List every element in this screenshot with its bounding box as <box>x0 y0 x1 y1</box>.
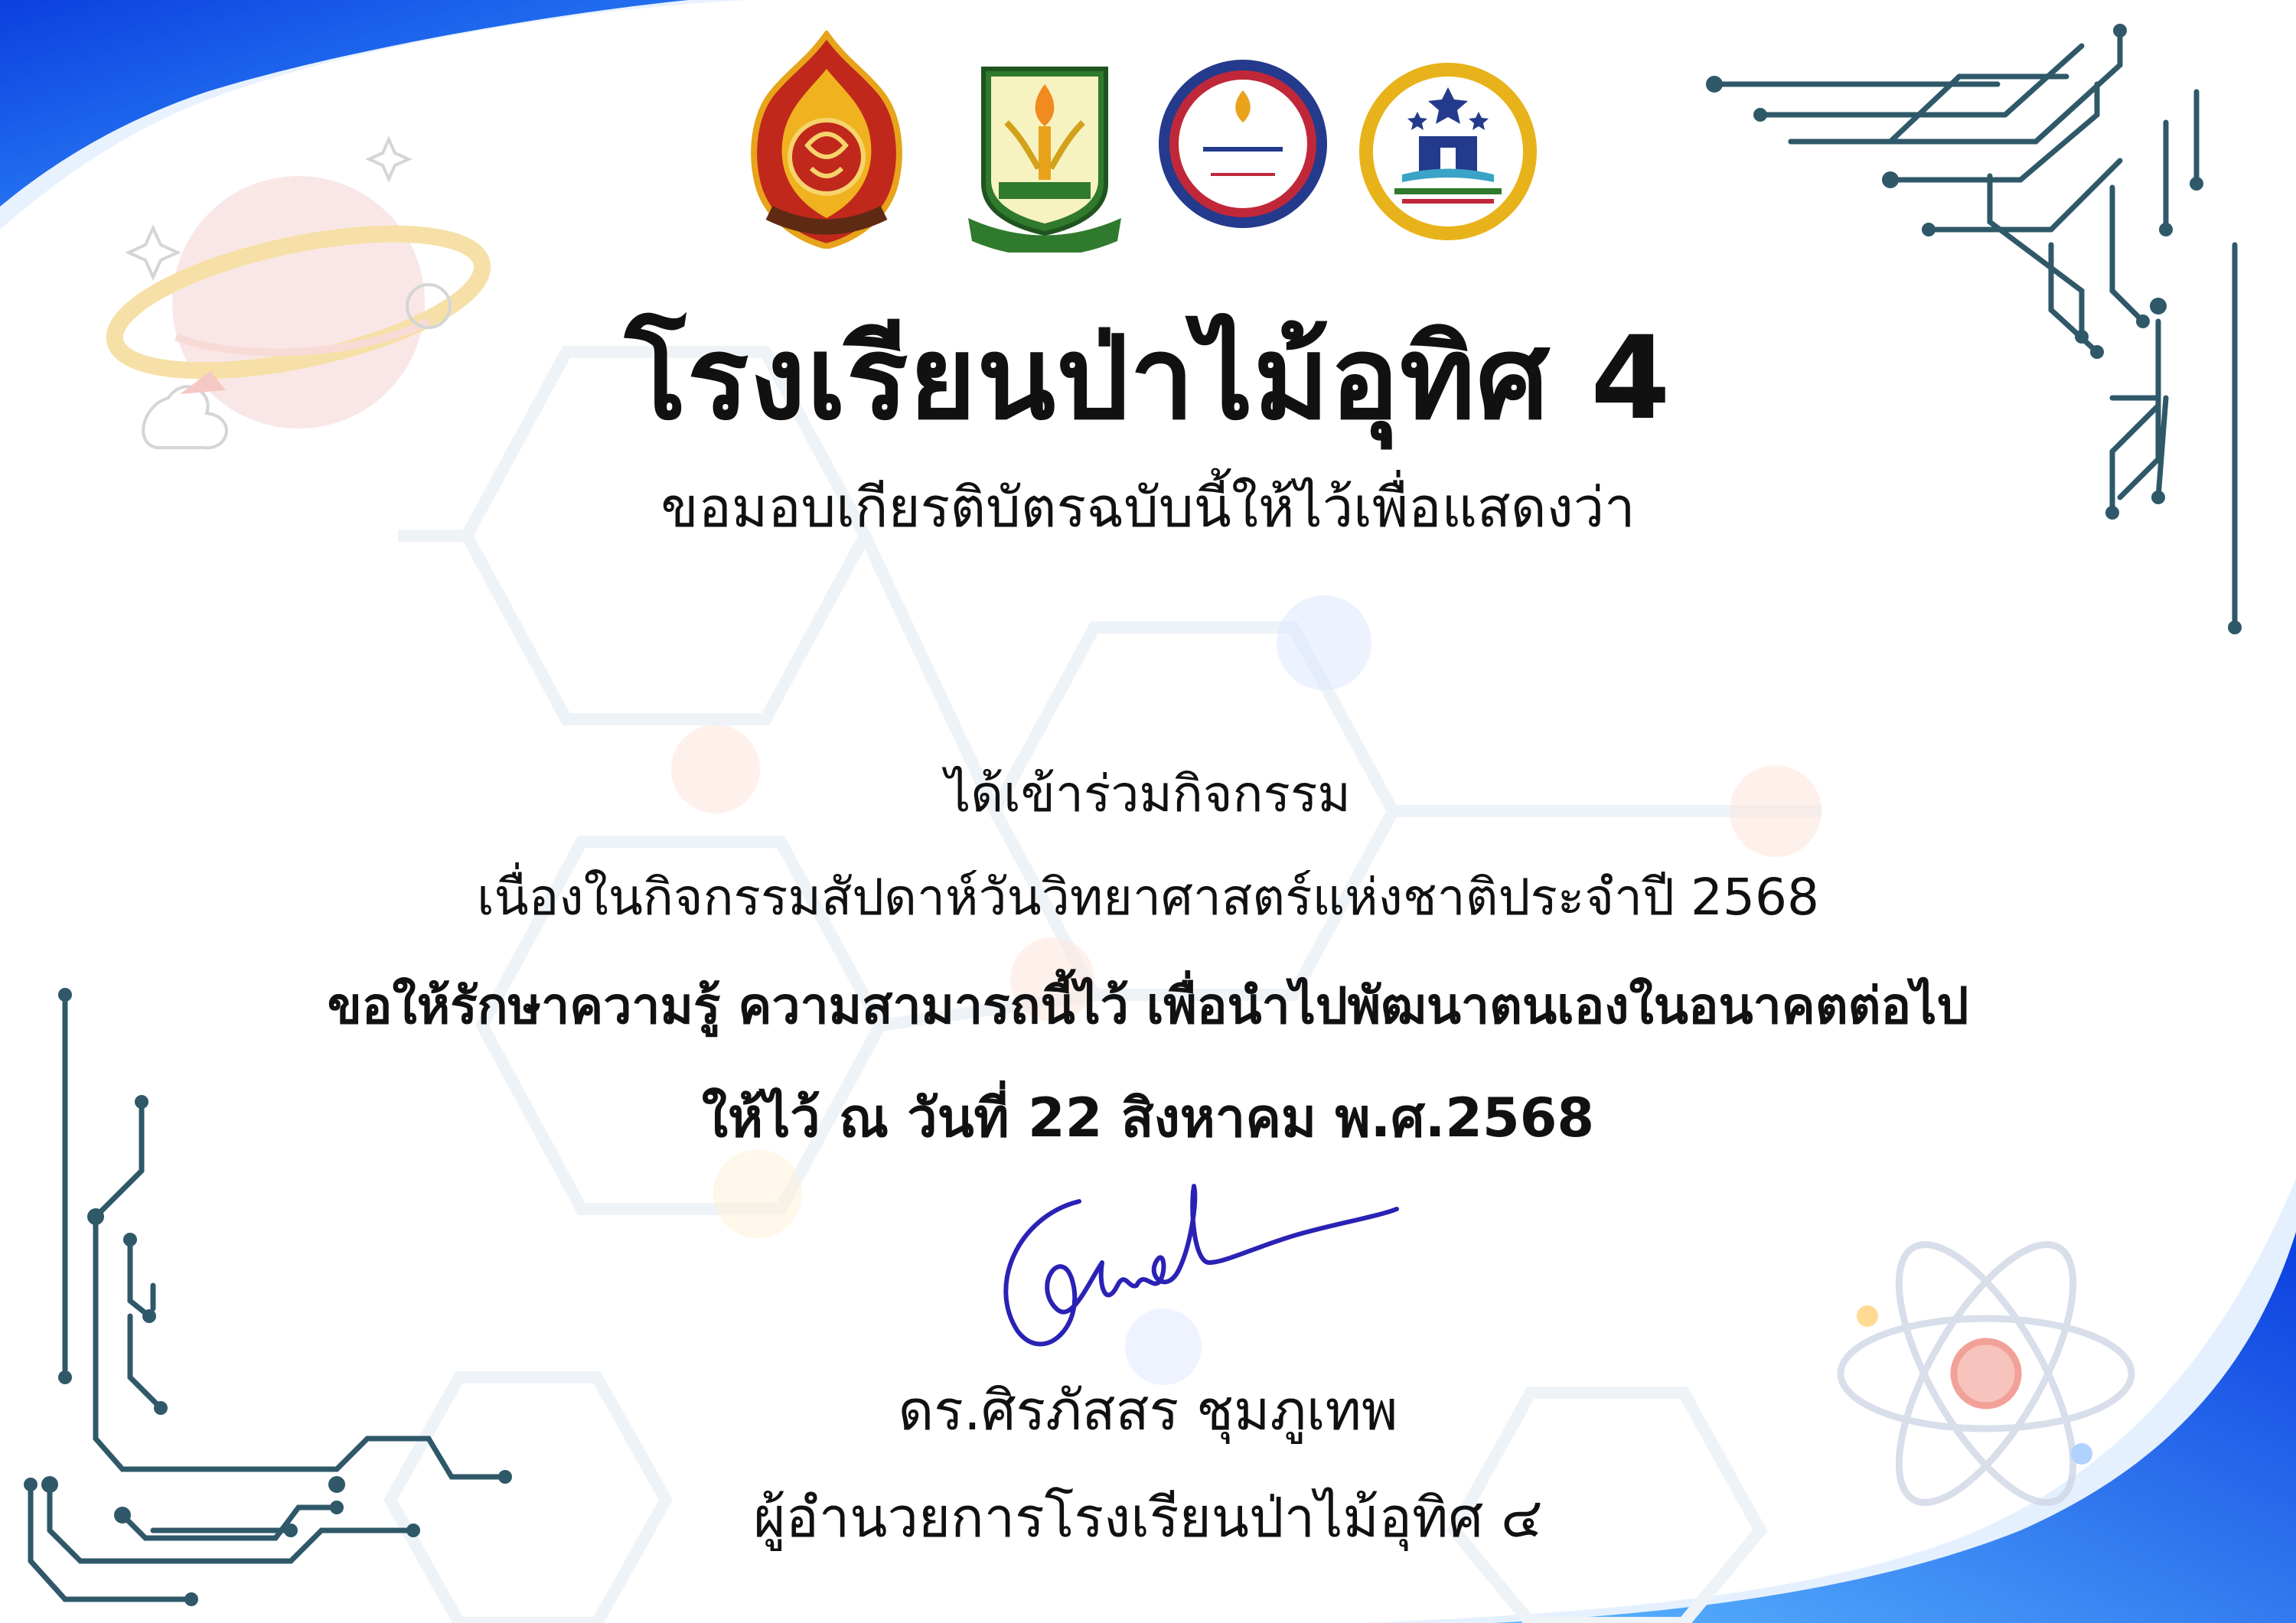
school-title: โรงเรียนป่าไม้อุทิศ 4 <box>625 312 1671 445</box>
dream-school-badge-logo <box>1159 60 1327 228</box>
wish-line: ขอให้รักษาความรู้ ความสามารถนี้ไว้ เพื่อ… <box>327 976 1969 1035</box>
quality-school-badge-logo <box>1359 63 1537 240</box>
date-line: ให้ไว้ ณ วันที่ 22 สิงหาคม พ.ศ.2568 <box>701 1087 1595 1149</box>
obec-emblem-logo <box>751 31 902 249</box>
certificate-page: โรงเรียนป่าไม้อุทิศ 4 ขอมอบเกียรติบัตรฉบ… <box>0 0 2296 1623</box>
occasion-line: เนื่องในกิจกรรมสัปดาห์วันวิทยาศาสตร์แห่ง… <box>477 868 1819 927</box>
signer-position: ผู้อำนวยการโรงเรียนป่าไม้อุทิศ ๔ <box>753 1485 1543 1550</box>
top-left-wave <box>0 0 750 230</box>
participation-line: ได้เข้าร่วมกิจกรรม <box>945 764 1351 823</box>
signer-name: ดร.ศิรภัสสร ชุมภูเทพ <box>898 1378 1398 1442</box>
certificate-subtitle: ขอมอบเกียรติบัตรฉบับนี้ให้ไว้เพื่อแสดงว่… <box>660 475 1636 539</box>
school-emblem-logo <box>968 67 1121 253</box>
signature-image <box>1003 1184 1399 1347</box>
